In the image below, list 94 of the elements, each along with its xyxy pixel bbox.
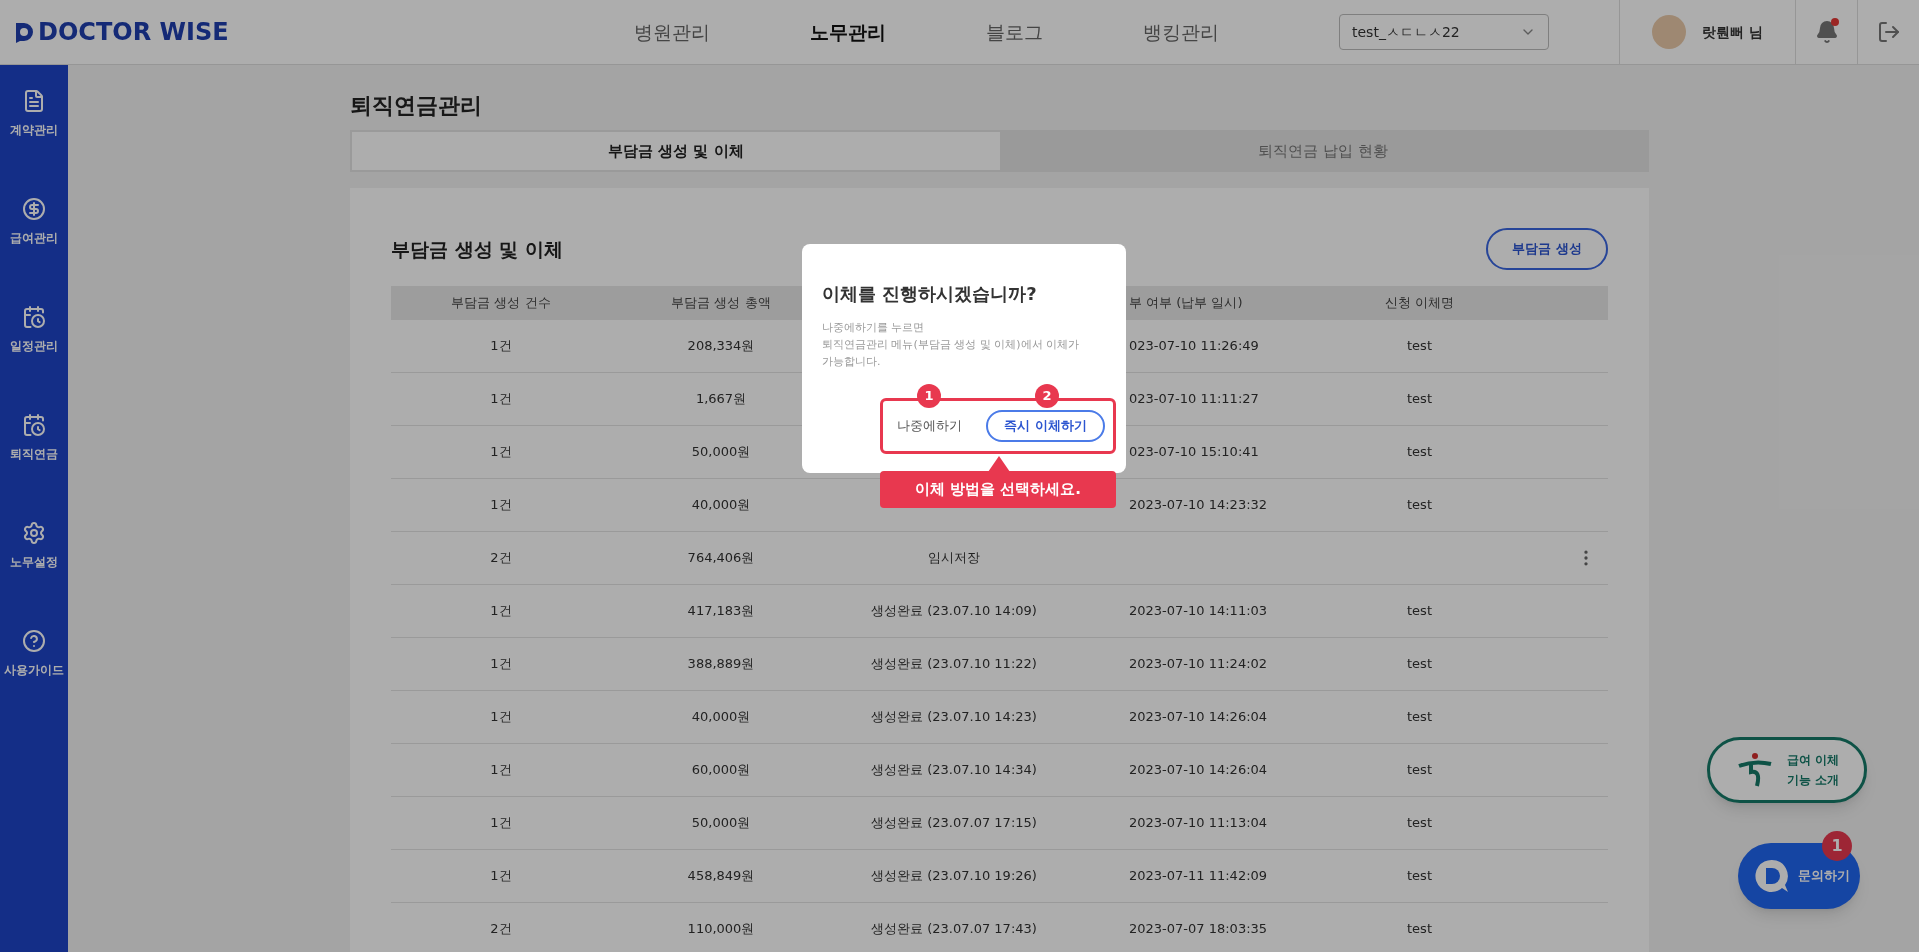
- sidebar-item[interactable]: 일정관리: [10, 305, 58, 355]
- table-cell-text: test: [1407, 867, 1432, 886]
- hospital-select[interactable]: test_ㅅㄷㄴㅅ22: [1339, 14, 1549, 50]
- user-name: 랏뤈뻐 님: [1702, 22, 1763, 42]
- table-cell-text: 2건: [490, 920, 512, 939]
- table-cell-text: 1건: [490, 443, 512, 462]
- table-cell-text: 023-07-10 15:10:41: [1129, 443, 1259, 462]
- logo-text: DOCTOR WISE: [38, 17, 229, 48]
- table-cell-text: 생성완료 (23.07.10 11:22): [871, 655, 1037, 674]
- table-cell-text: 2023-07-10 14:26:04: [1129, 708, 1268, 727]
- table-cell-text: 208,334원: [687, 337, 755, 356]
- table-cell-text: 1건: [490, 655, 512, 674]
- table-cell-text: 110,000원: [687, 920, 755, 939]
- table-cell-text: 2023-07-10 11:24:02: [1129, 655, 1268, 674]
- table-cell-text: 458,849원: [687, 867, 755, 886]
- table-cell-text: 2023-07-11 11:42:09: [1129, 867, 1268, 886]
- table-cell-text: 2023-07-10 14:11:03: [1129, 602, 1268, 621]
- table-cell-text: 생성완료 (23.07.10 14:23): [871, 708, 1037, 727]
- table-cell-text: 1건: [490, 496, 512, 515]
- table-cell-text: 1건: [490, 337, 512, 356]
- table-cell-text: 2건: [490, 549, 512, 568]
- table-cell-text: 023-07-10 11:11:27: [1129, 390, 1259, 409]
- sidebar-item[interactable]: 퇴직연금: [10, 413, 58, 463]
- chat-logo-icon: [1754, 858, 1790, 894]
- dialog-message: 나중에하기를 누르면 퇴직연금관리 메뉴(부담금 생성 및 이체)에서 이체가 가능합니다.: [822, 320, 1081, 370]
- table-cell-text: 생성완료 (23.07.07 17:43): [871, 920, 1037, 939]
- column-header: 부담금 생성 건수: [451, 294, 551, 313]
- column-header: 부 여부 (납부 일시): [1129, 294, 1243, 313]
- table-cell-text: 1건: [490, 390, 512, 409]
- table-cell-text: 2023-07-10 14:23:32: [1129, 496, 1268, 515]
- sidebar-item[interactable]: 노무설정: [10, 521, 58, 571]
- logout-icon[interactable]: [1876, 20, 1901, 44]
- sidebar-item[interactable]: 사용가이드: [4, 629, 64, 679]
- table-cell-text: 임시저장: [928, 549, 980, 568]
- create-button[interactable]: 부담금 생성: [1486, 228, 1608, 270]
- table-cell-text: test: [1407, 655, 1432, 674]
- table-cell-text: 2023-07-10 11:13:04: [1129, 814, 1268, 833]
- table-cell-text: 023-07-10 11:26:49: [1129, 337, 1259, 356]
- tab[interactable]: 부담금 생성 및 이체: [352, 132, 1000, 170]
- dialog-title: 이체를 진행하시겠습니까?: [822, 282, 1038, 306]
- table-cell-text: test: [1407, 761, 1432, 780]
- nav-item[interactable]: 뱅킹관리: [1143, 17, 1219, 47]
- table-cell-text: 1건: [490, 602, 512, 621]
- table-cell-text: 764,406원: [687, 549, 755, 568]
- table-cell-text: 1건: [490, 761, 512, 780]
- sidebar-item[interactable]: 계약관리: [10, 89, 58, 139]
- table-cell-text: 생성완료 (23.07.07 17:15): [871, 814, 1037, 833]
- table-cell-text: 388,889원: [687, 655, 755, 674]
- dollar-icon: [22, 197, 46, 221]
- table-cell-text: 50,000원: [691, 814, 751, 833]
- calendar-icon: [22, 305, 46, 329]
- avatar: [1652, 15, 1687, 49]
- tab[interactable]: 퇴직연금 납입 현황: [999, 132, 1647, 170]
- column-header: 신청 이체명: [1384, 294, 1455, 313]
- table-cell-text: test: [1407, 390, 1432, 409]
- table-cell-text: 40,000원: [691, 496, 751, 515]
- table-cell-text: 50,000원: [691, 443, 751, 462]
- table-cell-text: 1건: [490, 708, 512, 727]
- table-cell-text: 생성완료 (23.07.10 14:34): [871, 761, 1037, 780]
- table-cell-text: 1건: [490, 867, 512, 886]
- card-title: 부담금 생성 및 이체: [391, 236, 563, 262]
- table-cell-text: test: [1407, 920, 1432, 939]
- table-cell-text: 생성완료 (23.07.10 19:26): [871, 867, 1037, 886]
- table-cell-text: 1건: [490, 814, 512, 833]
- table-cell-text: 40,000원: [691, 708, 751, 727]
- table-cell-text: 2023-07-10 14:26:04: [1129, 761, 1268, 780]
- table-cell-text: 60,000원: [691, 761, 751, 780]
- later-button[interactable]: 나중에하기: [897, 416, 962, 436]
- gear-icon: [22, 521, 46, 545]
- nav-item[interactable]: 노무관리: [810, 17, 886, 47]
- table-cell-text: 417,183원: [687, 602, 755, 621]
- notification-button[interactable]: [1814, 20, 1839, 44]
- help-icon: [22, 629, 46, 653]
- nav-item[interactable]: 블로그: [986, 17, 1043, 47]
- page-title: 퇴직연금관리: [350, 92, 483, 120]
- table-cell-text: test: [1407, 602, 1432, 621]
- calendar-icon: [22, 413, 46, 437]
- table-cell-text: test: [1407, 814, 1432, 833]
- table-cell-text: test: [1407, 496, 1432, 515]
- document-icon: [22, 89, 46, 113]
- table-cell-text: 1,667원: [695, 390, 747, 409]
- table-cell-text: 2023-07-07 18:03:35: [1129, 920, 1268, 939]
- transfer-now-button[interactable]: 즉시 이체하기: [986, 410, 1105, 442]
- sidebar-item[interactable]: 급여관리: [10, 197, 58, 247]
- table-cell-text: 생성완료 (23.07.10 14:09): [871, 602, 1037, 621]
- nav-item[interactable]: 병원관리: [634, 17, 710, 47]
- column-header: 부담금 생성 총액: [671, 294, 771, 313]
- transfer-intro-button[interactable]: 급여 이체 기능 소개: [1707, 737, 1867, 803]
- table-cell-text: test: [1407, 443, 1432, 462]
- table-cell-text: test: [1407, 337, 1432, 356]
- logo-mark-icon: [14, 21, 34, 43]
- logo[interactable]: DOCTOR WISE: [14, 14, 554, 50]
- notification-badge: 1: [1822, 831, 1852, 861]
- table-cell-text: test: [1407, 708, 1432, 727]
